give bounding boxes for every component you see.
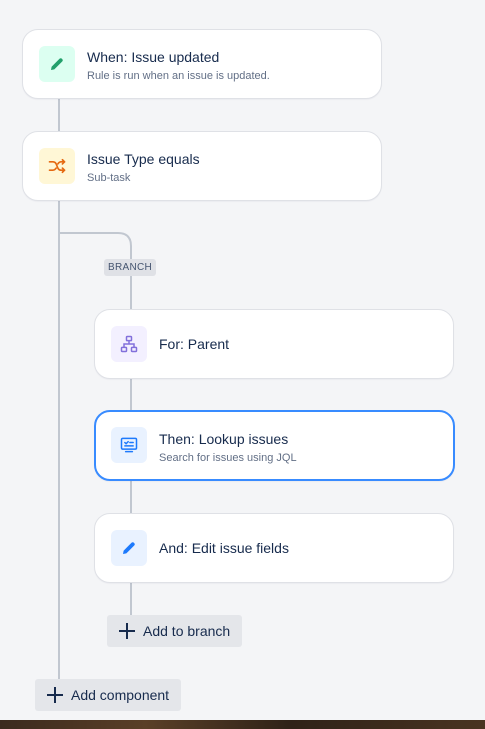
- edit-icon-box: [111, 530, 147, 566]
- edit-title: And: Edit issue fields: [159, 540, 289, 556]
- add-component-label: Add component: [71, 687, 170, 703]
- lookup-issues-card[interactable]: Then: Lookup issues Search for issues us…: [94, 410, 455, 481]
- branch-for-title: For: Parent: [159, 336, 230, 352]
- condition-card[interactable]: Issue Type equals Sub-task: [22, 131, 382, 201]
- trigger-title: When: Issue updated: [87, 49, 220, 65]
- connector-branch-4: [130, 582, 132, 616]
- pencil-icon: [123, 542, 135, 554]
- trigger-icon-box: [39, 46, 75, 82]
- desktop-background-strip: [0, 720, 485, 729]
- condition-icon-box: [39, 148, 75, 184]
- connector-main-1: [58, 98, 60, 131]
- plus-icon: [117, 621, 137, 641]
- condition-title: Issue Type equals: [87, 151, 200, 167]
- edit-fields-card[interactable]: And: Edit issue fields: [94, 513, 454, 583]
- trigger-subtitle: Rule is run when an issue is updated.: [87, 70, 270, 82]
- connector-main-2: [58, 200, 60, 682]
- shuffle-icon: [48, 158, 66, 174]
- add-to-branch-button[interactable]: Add to branch: [107, 615, 243, 647]
- hierarchy-icon: [120, 335, 138, 353]
- pencil-icon: [51, 58, 63, 70]
- lookup-subtitle: Search for issues using JQL: [159, 452, 297, 464]
- monitor-list-icon: [120, 437, 138, 453]
- lookup-icon-box: [111, 427, 147, 463]
- branch-for-card[interactable]: For: Parent: [94, 309, 454, 379]
- plus-icon: [45, 685, 65, 705]
- lookup-title: Then: Lookup issues: [159, 431, 289, 447]
- add-to-branch-label: Add to branch: [143, 623, 231, 639]
- condition-subtitle: Sub-task: [87, 172, 131, 184]
- connector-branch-3: [130, 481, 132, 513]
- add-component-button[interactable]: Add component: [35, 679, 182, 711]
- connector-branch-1: [130, 276, 132, 309]
- rule-canvas: When: Issue updated Rule is run when an …: [0, 0, 485, 720]
- branch-label: BRANCH: [104, 259, 157, 276]
- branch-for-icon-box: [111, 326, 147, 362]
- connector-branch-2: [130, 378, 132, 410]
- trigger-card[interactable]: When: Issue updated Rule is run when an …: [22, 29, 382, 99]
